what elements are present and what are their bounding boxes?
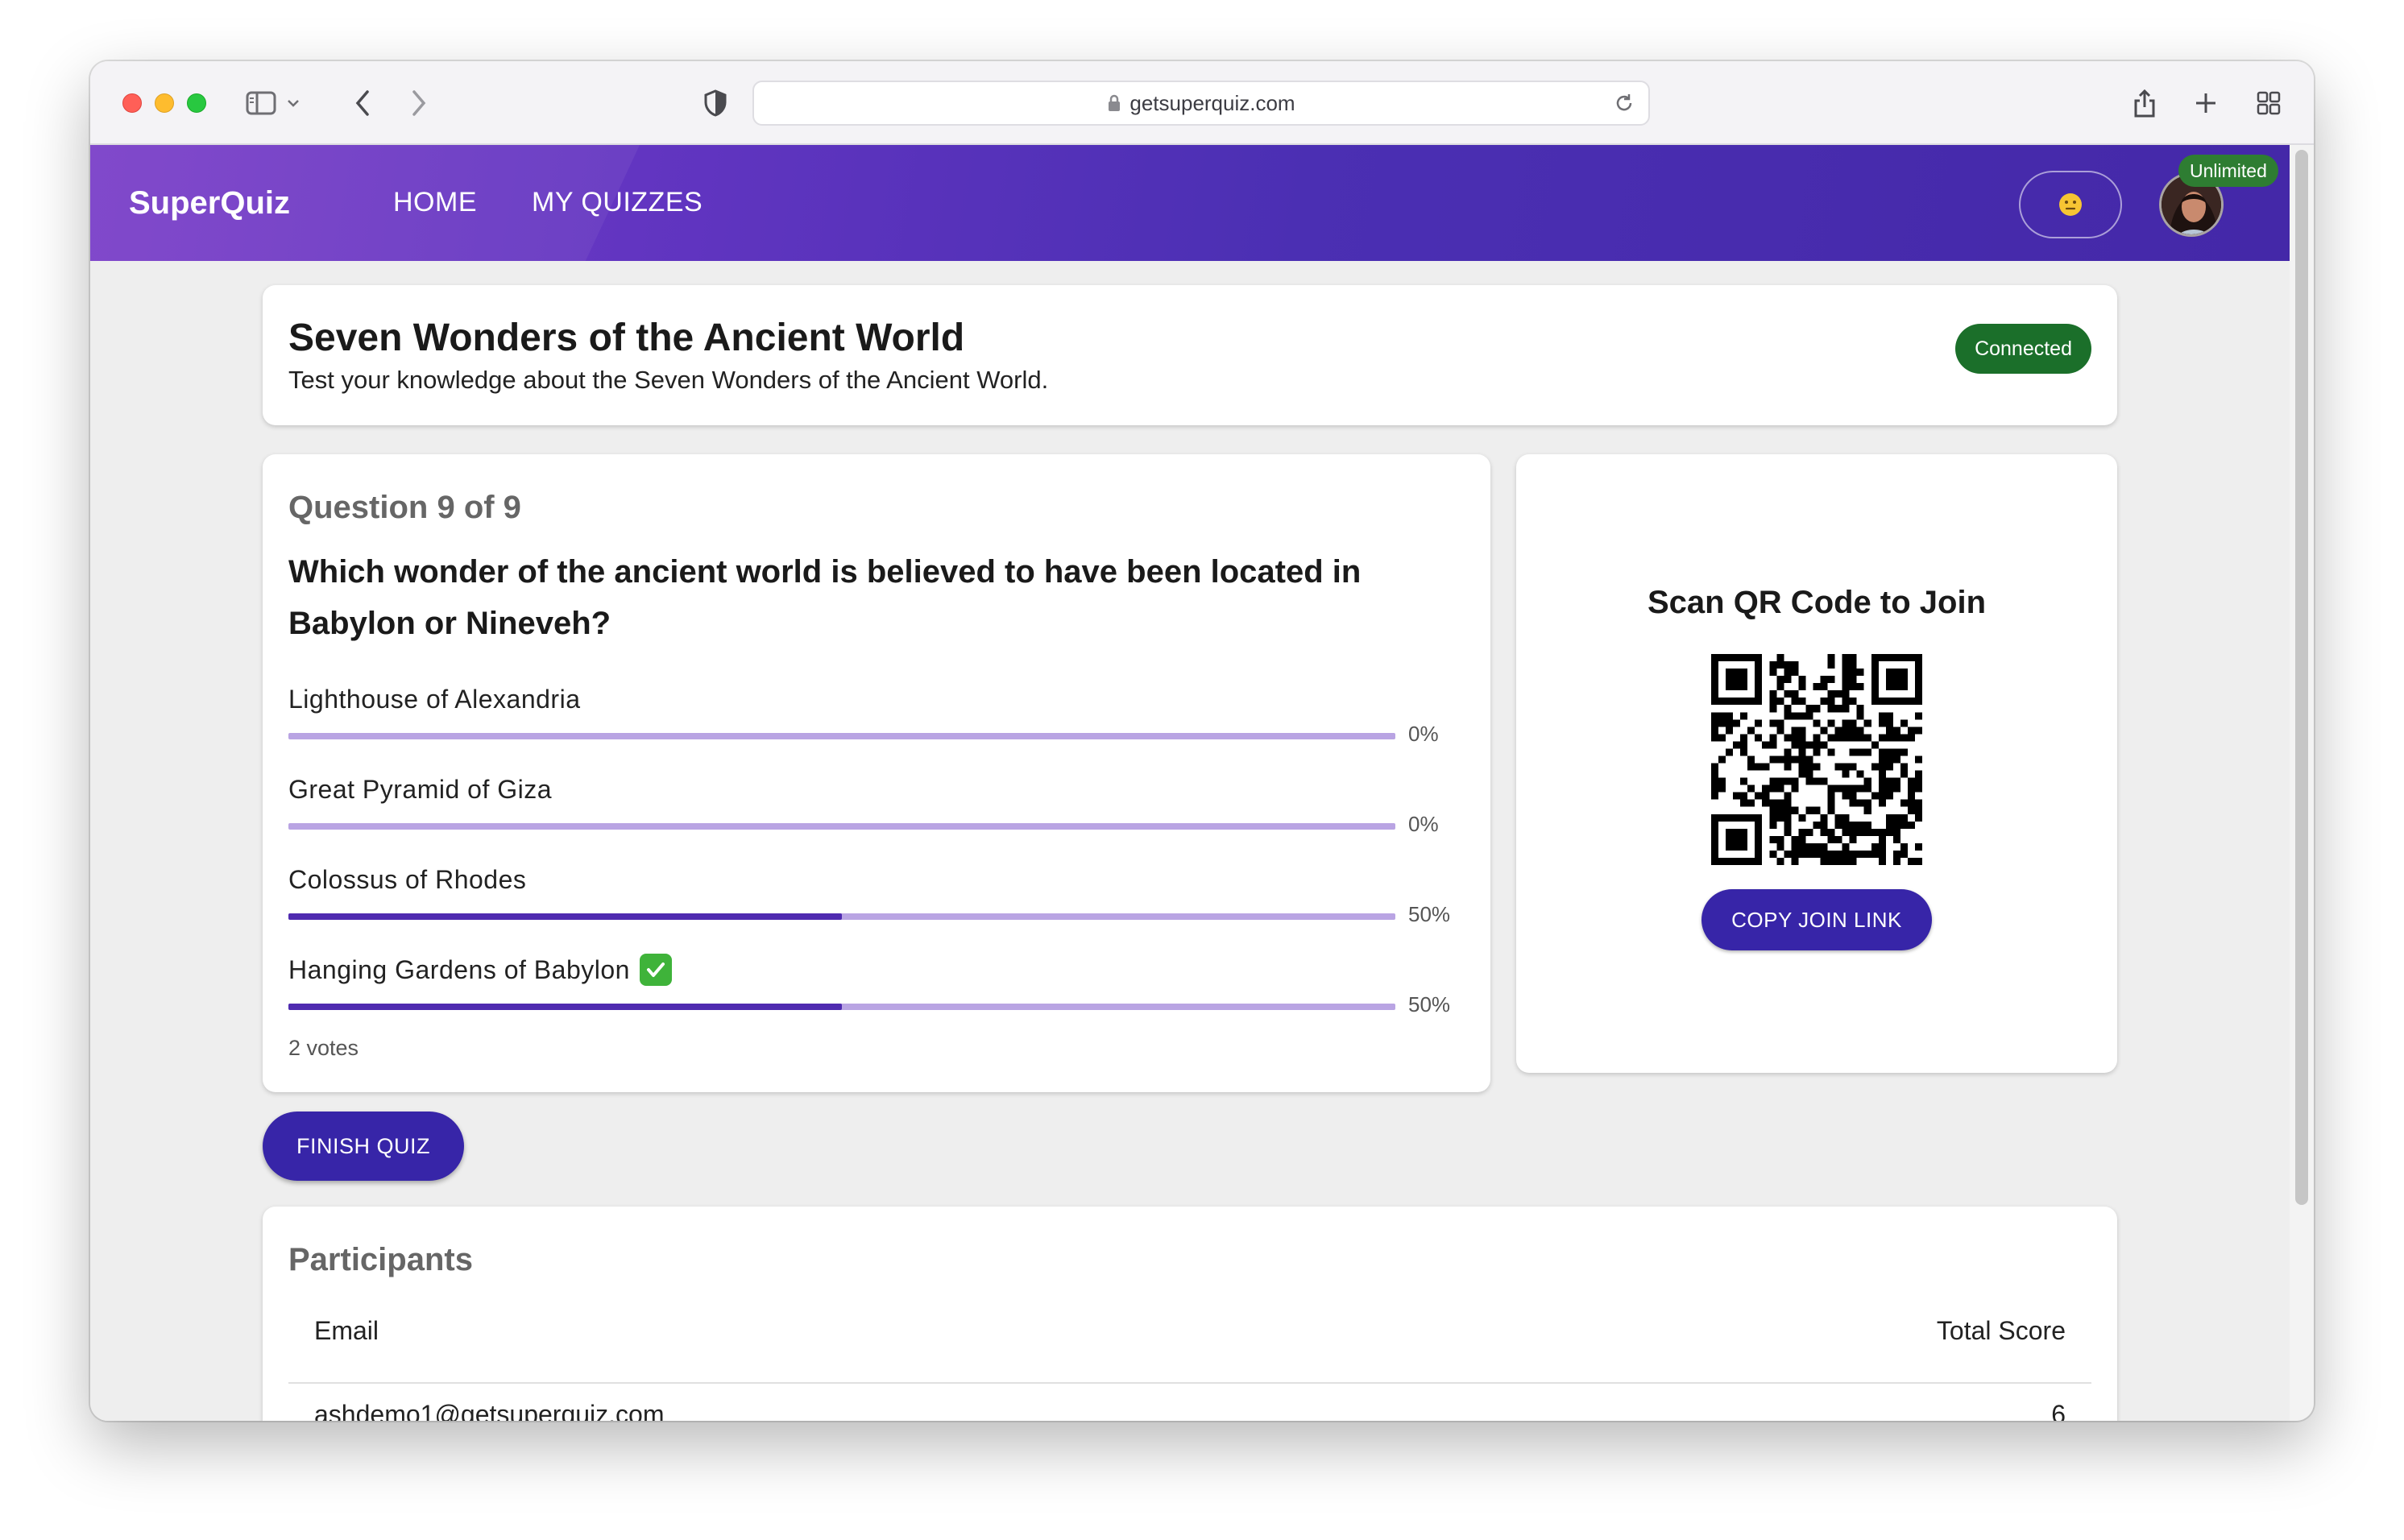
share-icon[interactable]	[2128, 84, 2161, 122]
browser-window: getsuperquiz.com SuperQuiz HOME MY QUIZZ…	[90, 61, 2314, 1421]
answer-percent: 50%	[1408, 902, 1451, 926]
quiz-title: Seven Wonders of the Ancient World	[288, 317, 965, 359]
emoji-face-icon	[2059, 193, 2082, 216]
question-card: Question 9 of 9 Which wonder of the anci…	[263, 454, 1490, 1092]
answer-option: Hanging Gardens of Babylon 50%	[288, 954, 1450, 1016]
answer-percent: 0%	[1408, 812, 1439, 836]
nav-home[interactable]: HOME	[393, 187, 477, 218]
chevron-down-icon[interactable]	[284, 84, 303, 122]
nav-my-quizzes[interactable]: MY QUIZZES	[532, 187, 703, 218]
vote-count: 2 votes	[288, 1036, 359, 1060]
connection-status-badge: Connected	[1955, 324, 2091, 374]
page-scrollbar[interactable]	[2290, 145, 2314, 1421]
answer-progress-bar	[288, 823, 1395, 830]
question-counter: Question 9 of 9	[288, 490, 521, 525]
minimize-window-button[interactable]	[155, 93, 174, 113]
app-header: SuperQuiz HOME MY QUIZZES Unlimited	[90, 145, 2290, 261]
close-window-button[interactable]	[122, 93, 142, 113]
qr-code	[1711, 654, 1922, 865]
finish-quiz-button[interactable]: FINISH QUIZ	[263, 1112, 464, 1181]
shield-icon[interactable]	[699, 84, 732, 122]
plan-badge: Unlimited	[2178, 155, 2278, 187]
copy-join-link-button[interactable]: COPY JOIN LINK	[1701, 889, 1932, 950]
answer-percent: 50%	[1408, 992, 1451, 1016]
new-tab-icon[interactable]	[2190, 84, 2222, 122]
question-text: Which wonder of the ancient world is bel…	[288, 554, 1362, 641]
forward-icon[interactable]	[403, 84, 435, 122]
answer-option: Lighthouse of Alexandria 0%	[288, 683, 1449, 746]
main-content: Seven Wonders of the Ancient World Test …	[90, 261, 2290, 1421]
participants-card: Participants Email Total Score ashdemo1@…	[263, 1207, 2117, 1421]
participant-email: ashdemo1@getsuperquiz.com	[314, 1400, 665, 1421]
zoom-window-button[interactable]	[187, 93, 206, 113]
join-title: Scan QR Code to Join	[1647, 585, 1987, 620]
screen: getsuperquiz.com SuperQuiz HOME MY QUIZZ…	[0, 0, 2404, 1540]
answer-option: Colossus of Rhodes 50%	[288, 863, 1450, 926]
answer-progress-bar	[288, 1004, 1395, 1010]
answer-option-label: Great Pyramid of Giza	[288, 774, 553, 804]
column-header-total-score: Total Score	[1936, 1316, 2066, 1345]
emoji-button[interactable]	[2019, 171, 2122, 238]
back-icon[interactable]	[346, 84, 379, 122]
answer-option-label: Lighthouse of Alexandria	[288, 684, 581, 714]
answer-progress-fill	[288, 913, 842, 920]
answer-progress-fill	[288, 1004, 842, 1010]
participant-score: 6	[2051, 1400, 2066, 1421]
address-bar[interactable]: getsuperquiz.com	[752, 81, 1650, 126]
answer-progress-bar	[288, 913, 1395, 920]
column-header-email: Email	[314, 1316, 379, 1345]
sidebar-toggle-icon[interactable]	[242, 84, 280, 122]
quiz-header-card: Seven Wonders of the Ancient World Test …	[263, 285, 2117, 425]
scrollbar-thumb[interactable]	[2295, 150, 2308, 1205]
table-row: ashdemo1@getsuperquiz.com 6	[288, 1390, 2091, 1421]
lock-icon	[1107, 94, 1121, 112]
participants-table-header: Email Total Score	[288, 1308, 2091, 1384]
answer-percent: 0%	[1408, 722, 1439, 746]
tab-overview-icon[interactable]	[2253, 84, 2285, 122]
url-text: getsuperquiz.com	[1129, 90, 1295, 115]
participants-title: Participants	[288, 1242, 473, 1277]
app-logo[interactable]: SuperQuiz	[129, 185, 290, 221]
reload-icon[interactable]	[1613, 92, 1635, 114]
browser-toolbar: getsuperquiz.com	[90, 61, 2314, 145]
answer-option-label: Hanging Gardens of Babylon	[288, 954, 630, 984]
correct-check-icon	[639, 954, 672, 986]
quiz-subtitle: Test your knowledge about the Seven Wond…	[288, 366, 1049, 394]
answer-option-label: Colossus of Rhodes	[288, 864, 527, 894]
join-card: Scan QR Code to Join COPY JOIN LINK	[1516, 454, 2117, 1073]
answer-progress-bar	[288, 733, 1395, 739]
answer-option: Great Pyramid of Giza 0%	[288, 773, 1449, 836]
